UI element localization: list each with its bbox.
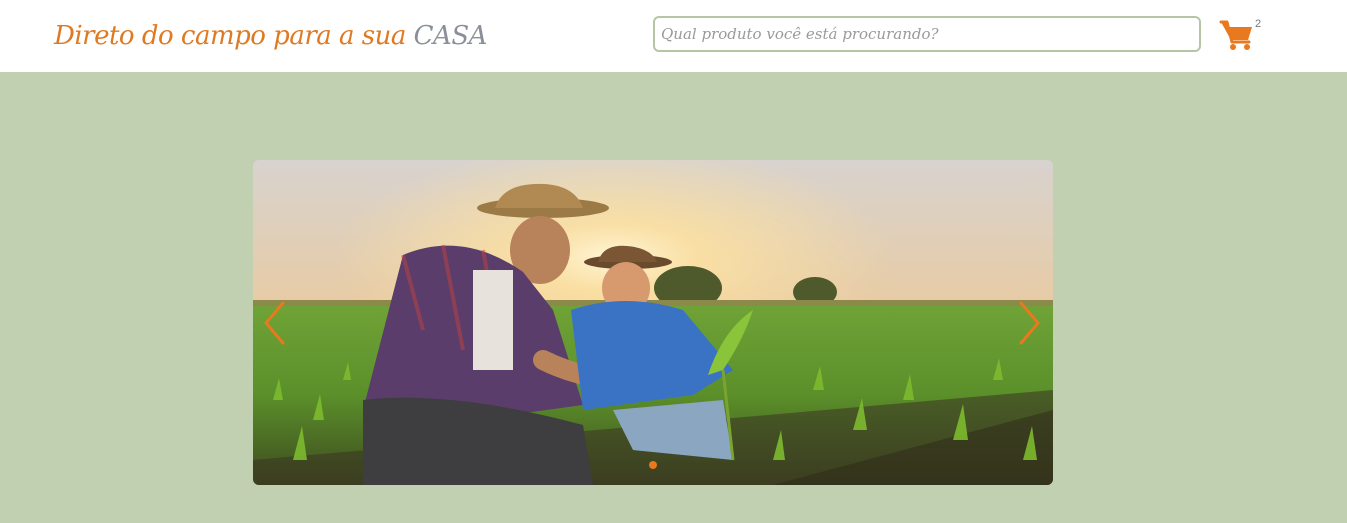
brand-slogan: Direto do campo para a sua: [54, 21, 406, 51]
brand-slogan-accent: CASA: [413, 21, 488, 51]
chevron-right-icon: [1019, 301, 1040, 345]
chevron-left-icon: [264, 301, 285, 345]
site-logo-text[interactable]: Direto do campo para a sua CASA: [54, 18, 487, 54]
carousel-indicators: [253, 461, 1053, 469]
cart-button[interactable]: [1219, 18, 1255, 52]
cart-count-badge: 2: [1255, 18, 1262, 30]
cart-icon: [1219, 20, 1252, 50]
carousel-indicator[interactable]: [649, 461, 657, 469]
hero-carousel: [253, 160, 1053, 485]
carousel-next-button[interactable]: [1015, 300, 1043, 346]
hero-slide-image: [253, 160, 1053, 485]
search-input[interactable]: [653, 16, 1201, 52]
site-header: Direto do campo para a sua CASA 2: [0, 0, 1347, 72]
carousel-prev-button[interactable]: [261, 300, 289, 346]
